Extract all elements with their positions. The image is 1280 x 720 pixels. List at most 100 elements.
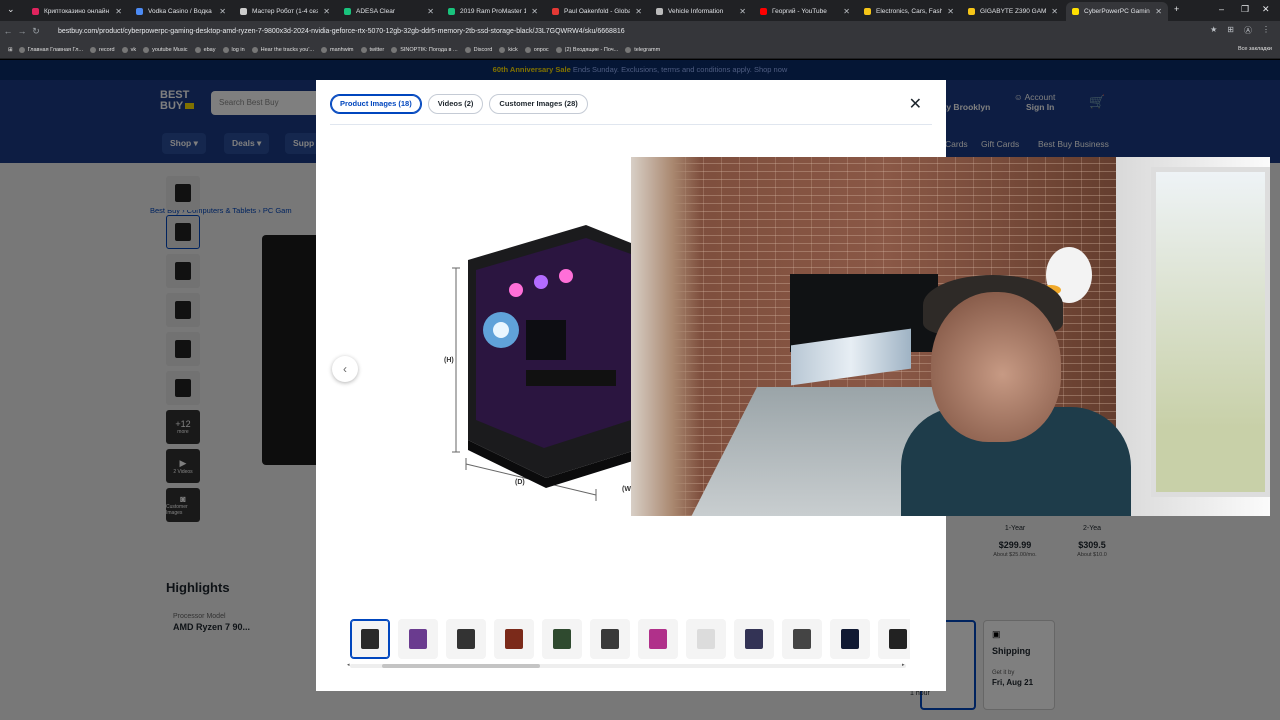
- bookmark-favicon-icon: [464, 46, 471, 53]
- tab-favicon-icon: [1072, 8, 1079, 15]
- bookmark-item[interactable]: Discord: [464, 46, 492, 53]
- tab-close-icon[interactable]: ✕: [739, 7, 746, 16]
- new-tab-button[interactable]: +: [1174, 4, 1179, 14]
- gallery-thumbnail[interactable]: [590, 619, 630, 659]
- browser-tab-bar: ⌄ Криптоказино онлайн Vi ✕ Vodka Casino / …: [0, 0, 1280, 21]
- tab-search-icon[interactable]: ⌄: [7, 4, 15, 15]
- tab-favicon-icon: [968, 8, 975, 15]
- tab-customer-images[interactable]: Customer Images (28): [489, 94, 588, 114]
- thumbnail-image: [841, 629, 859, 649]
- extensions-icon[interactable]: ⊞: [1227, 25, 1234, 36]
- tab-title: GIGABYTE Z390 GAMING: [980, 8, 1047, 15]
- bookmark-favicon-icon: [18, 46, 25, 53]
- thumbnail-image: [649, 629, 667, 649]
- bookmark-item[interactable]: telegramm: [625, 46, 660, 53]
- gallery-thumbnail[interactable]: [782, 619, 822, 659]
- scroll-left-icon[interactable]: ◂: [347, 662, 350, 668]
- restore-icon[interactable]: ❐: [1241, 4, 1249, 15]
- tab-close-icon[interactable]: ✕: [843, 7, 850, 16]
- tab-title: ADESA Clear: [356, 8, 396, 15]
- tab-title: Vehicle Information: [668, 8, 724, 15]
- bookmark-item[interactable]: twitter: [360, 46, 384, 53]
- forward-icon[interactable]: →: [16, 26, 28, 36]
- close-icon[interactable]: ✕: [909, 94, 922, 114]
- previous-image-button[interactable]: ‹: [332, 356, 358, 382]
- thumbnail-image: [553, 629, 571, 649]
- tab-favicon-icon: [240, 8, 247, 15]
- profile-icon[interactable]: Ⓐ: [1244, 25, 1252, 36]
- tab-title: Мастер Робот (1-4 сезон: [252, 8, 319, 15]
- menu-icon[interactable]: ⋮: [1262, 25, 1270, 36]
- bookmark-item[interactable]: vk: [121, 46, 136, 53]
- tab-product-images[interactable]: Product Images (18): [330, 94, 422, 114]
- tab-favicon-icon: [864, 8, 871, 15]
- bookmark-item[interactable]: (2) Входящие - Поч...: [555, 46, 618, 53]
- tab-title: Георгий - YouTube: [772, 8, 827, 15]
- tab-favicon-icon: [448, 8, 455, 15]
- thumbnail-scrollbar[interactable]: [350, 664, 906, 668]
- bookmark-item[interactable]: youtube Music: [143, 46, 188, 53]
- reload-icon[interactable]: ↻: [30, 26, 42, 37]
- tab-close-icon[interactable]: ✕: [427, 7, 434, 16]
- browser-tab[interactable]: ADESA Clear ✕: [338, 2, 440, 21]
- tab-title: Electronics, Cars, Fashion: [876, 8, 943, 15]
- browser-tab[interactable]: Георгий - YouTube ✕: [754, 2, 856, 21]
- bookmark-item[interactable]: log in: [222, 46, 245, 53]
- gallery-thumbnail[interactable]: [638, 619, 678, 659]
- bookmark-item[interactable]: SINOPTIK: Погода в ...: [391, 46, 458, 53]
- bookmark-favicon-icon: [194, 46, 201, 53]
- tab-close-icon[interactable]: ✕: [947, 7, 954, 16]
- tab-close-icon[interactable]: ✕: [1155, 7, 1162, 16]
- tab-close-icon[interactable]: ✕: [1051, 7, 1058, 16]
- gallery-thumbnail[interactable]: [686, 619, 726, 659]
- bookmark-favicon-icon: [391, 46, 398, 53]
- browser-tab[interactable]: CyberPowerPC Gaming De ✕: [1066, 2, 1168, 21]
- tab-favicon-icon: [760, 8, 767, 15]
- bookmark-item[interactable]: Hear the tracks you'...: [251, 46, 314, 53]
- bookmark-star-icon[interactable]: ★: [1210, 25, 1217, 36]
- tab-close-icon[interactable]: ✕: [635, 7, 642, 16]
- gallery-thumbnail[interactable]: [734, 619, 774, 659]
- browser-tab[interactable]: 2019 Ram ProMaster 1500 ✕: [442, 2, 544, 21]
- bookmark-item[interactable]: опрос: [524, 46, 549, 53]
- browser-tab[interactable]: GIGABYTE Z390 GAMING ✕: [962, 2, 1064, 21]
- bookmark-item[interactable]: record: [90, 46, 115, 53]
- minimize-icon[interactable]: –: [1219, 4, 1224, 14]
- tab-videos[interactable]: Videos (2): [427, 94, 484, 114]
- gallery-thumbnail[interactable]: [830, 619, 870, 659]
- url-field[interactable]: bestbuy.com/product/cyberpowerpc-gaming-…: [58, 28, 625, 35]
- tab-title: Vodka Casino / Водка Ка: [148, 8, 215, 15]
- browser-tab[interactable]: Electronics, Cars, Fashion ✕: [858, 2, 960, 21]
- gallery-thumbnail[interactable]: [350, 619, 390, 659]
- browser-tab[interactable]: Криптоказино онлайн Vi ✕: [26, 2, 128, 21]
- bookmark-item[interactable]: Главная Главная Гл...: [18, 46, 83, 53]
- browser-tab[interactable]: Vehicle Information ✕: [650, 2, 752, 21]
- thumbnail-image: [793, 629, 811, 649]
- browser-tab[interactable]: Paul Oakenfold - Global U ✕: [546, 2, 648, 21]
- gallery-thumbnail[interactable]: [494, 619, 534, 659]
- bookmark-item[interactable]: ebay: [194, 46, 216, 53]
- gallery-thumbnail[interactable]: [446, 619, 486, 659]
- gallery-thumbnail[interactable]: [878, 619, 910, 659]
- all-bookmarks-link[interactable]: Все закладки: [1238, 46, 1272, 52]
- tab-close-icon[interactable]: ✕: [323, 7, 330, 16]
- gallery-thumbnail[interactable]: [542, 619, 582, 659]
- bookmark-favicon-icon: [555, 46, 562, 53]
- browser-tab[interactable]: Мастер Робот (1-4 сезон ✕: [234, 2, 336, 21]
- gallery-thumbnail[interactable]: [398, 619, 438, 659]
- bookmark-item[interactable]: kick: [499, 46, 518, 53]
- tab-close-icon[interactable]: ✕: [219, 7, 226, 16]
- thumbnail-image: [457, 629, 475, 649]
- browser-tab[interactable]: Vodka Casino / Водка Ка ✕: [130, 2, 232, 21]
- close-window-icon[interactable]: ✕: [1262, 4, 1270, 15]
- tab-favicon-icon: [344, 8, 351, 15]
- apps-icon[interactable]: ⊞: [8, 47, 13, 53]
- divider: [330, 124, 932, 125]
- tab-close-icon[interactable]: ✕: [115, 7, 122, 16]
- back-icon[interactable]: ←: [2, 26, 14, 36]
- scrollbar-thumb[interactable]: [382, 664, 540, 668]
- tab-close-icon[interactable]: ✕: [531, 7, 538, 16]
- gallery-tabs: Product Images (18) Videos (2) Customer …: [330, 94, 588, 114]
- scroll-right-icon[interactable]: ▸: [902, 662, 905, 668]
- bookmark-item[interactable]: manhwim: [320, 46, 354, 53]
